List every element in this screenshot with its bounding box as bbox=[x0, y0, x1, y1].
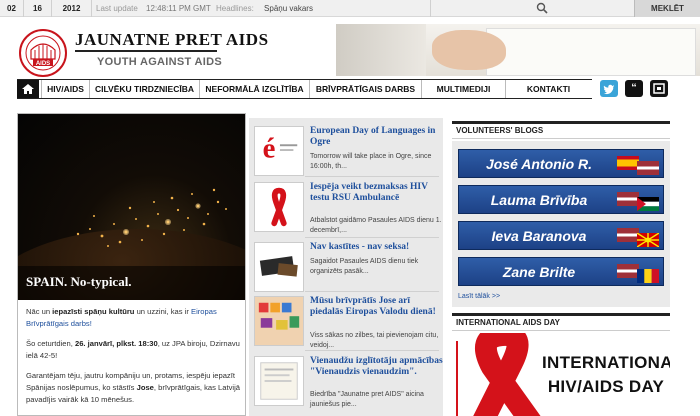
logo-divider bbox=[75, 50, 217, 52]
feature-caption-bar: SPAIN. No-typical. bbox=[18, 266, 245, 300]
latvia-flag-icon bbox=[637, 161, 659, 175]
twitter-icon bbox=[603, 84, 614, 95]
nav-item-multimedia[interactable]: MULTIMEDIJI bbox=[421, 80, 505, 98]
list-item[interactable]: Mūsu brīvprātīs Jose arī piedalās Eiropa… bbox=[254, 296, 444, 349]
home-icon bbox=[22, 84, 34, 94]
aids-day-banner[interactable]: INTERNATIONAL HIV/AIDS DAY bbox=[452, 333, 670, 416]
share-icon bbox=[653, 83, 665, 94]
feature-paragraph-3: Garantējam tēju, jautru kompāniju un, pr… bbox=[26, 371, 241, 404]
volunteer-name: Ieva Baranova bbox=[491, 228, 587, 244]
nav-item-volunteering[interactable]: BRĪVPRĀTĪGAIS DARBS bbox=[309, 80, 421, 98]
news-thumb-jose[interactable] bbox=[254, 296, 304, 346]
latvia-flag-icon bbox=[617, 192, 639, 206]
volunteer-blog-lauma[interactable]: Lauma Brīvība bbox=[458, 185, 664, 214]
news-description: Biedrība "Jaunatne pret AIDS" aicina jau… bbox=[310, 391, 424, 408]
news-divider bbox=[305, 291, 439, 292]
volunteer-blog-zane[interactable]: Zane Brilte bbox=[458, 257, 664, 286]
news-divider bbox=[305, 237, 439, 238]
page: 02 16 2012 Last update 12:48:11 PM GMT H… bbox=[0, 0, 700, 416]
red-ribbon-icon bbox=[271, 187, 287, 227]
language-day-icon: é bbox=[263, 133, 298, 165]
list-item[interactable]: é European Day of Languages in Ogre Tomo… bbox=[254, 126, 444, 178]
list-item[interactable]: Iespēja veikt bezmaksas HIV testu RSU Am… bbox=[254, 182, 444, 234]
spain-flag-icon bbox=[617, 156, 639, 170]
nav-item-contacts[interactable]: KONTAKTI bbox=[505, 80, 591, 98]
header-banner-image bbox=[336, 24, 700, 76]
news-divider bbox=[305, 176, 439, 177]
headline-link[interactable]: Spāņu vakars bbox=[264, 4, 313, 13]
volunteer-name: Lauma Brīvība bbox=[490, 192, 588, 208]
site-subtitle: YOUTH AGAINST AIDS bbox=[97, 56, 222, 68]
news-thumb-box[interactable] bbox=[254, 242, 304, 292]
quote-icon: “ bbox=[631, 82, 637, 94]
news-description: Tomorrow will take place in Ogre, since … bbox=[310, 153, 432, 170]
news-thumb-languages[interactable]: é bbox=[254, 126, 304, 176]
news-thumb-peer-training[interactable] bbox=[254, 356, 304, 406]
aids-day-heading: INTERNATIONAL AIDS DAY bbox=[452, 313, 670, 331]
share-button[interactable] bbox=[650, 80, 668, 97]
volunteers-more-link[interactable]: Lasīt tālāk >> bbox=[458, 293, 500, 300]
latvia-flag-icon bbox=[617, 264, 639, 278]
news-title[interactable]: Iespēja veikt bezmaksas HIV testu RSU Am… bbox=[310, 182, 444, 204]
feature-caption[interactable]: SPAIN. No-typical. bbox=[26, 274, 132, 290]
main-navigation: HIV/AIDS CILVĒKU TIRDZNIECĪBA NEFORMĀLĀ … bbox=[17, 79, 592, 99]
palestine-flag-icon bbox=[637, 197, 659, 211]
volunteer-blog-ieva[interactable]: Ieva Baranova bbox=[458, 221, 664, 250]
date-day: 02 bbox=[0, 0, 24, 17]
language-day-photo-icon bbox=[255, 297, 303, 345]
news-divider bbox=[305, 350, 439, 351]
logo-seal-icon[interactable]: AIDS bbox=[18, 28, 68, 78]
twitter-button[interactable] bbox=[600, 80, 618, 97]
aids-day-text: INTERNATIONAL HIV/AIDS DAY bbox=[542, 351, 670, 399]
macedonia-flag-icon bbox=[637, 233, 659, 247]
training-document-icon bbox=[260, 362, 298, 400]
headlines-ticker: Headlines: Spāņu vakars bbox=[216, 0, 313, 17]
news-title[interactable]: Mūsu brīvprātīs Jose arī piedalās Eiropa… bbox=[310, 296, 444, 318]
list-item[interactable]: Vienaudžu izglītotāju apmācības "Vienaud… bbox=[254, 356, 444, 408]
news-description: Atbalstot gaidāmo Pasaules AIDS dienu 1.… bbox=[310, 217, 442, 234]
nav-item-hiv-aids[interactable]: HIV/AIDS bbox=[41, 80, 89, 98]
volunteers-heading: VOLUNTEERS' BLOGS bbox=[452, 121, 670, 139]
volunteer-name: Zane Brilte bbox=[502, 264, 576, 280]
nav-home-button[interactable] bbox=[17, 80, 39, 98]
headlines-label: Headlines: bbox=[216, 4, 254, 13]
news-list: é European Day of Languages in Ogre Tomo… bbox=[249, 118, 443, 416]
search-icon[interactable] bbox=[536, 2, 548, 14]
condom-box-icon bbox=[259, 256, 298, 277]
aids-day-line-2: HIV/AIDS DAY bbox=[547, 377, 665, 396]
search-input[interactable] bbox=[430, 0, 545, 17]
news-description: Viss sākas no zilbes, tai pievienojam ci… bbox=[310, 332, 439, 349]
svg-text:é: é bbox=[263, 133, 276, 165]
news-thumb-hiv-test[interactable] bbox=[254, 182, 304, 232]
logo-seal-text: AIDS bbox=[36, 61, 50, 67]
site-title[interactable]: JAUNATNE PRET AIDS bbox=[75, 30, 269, 50]
romania-flag-icon bbox=[637, 269, 659, 283]
last-update-time: 12:48:11 PM GMT bbox=[146, 4, 211, 13]
nav-item-human-trafficking[interactable]: CILVĒKU TIRDZNIECĪBA bbox=[89, 80, 199, 98]
nav-item-nonformal-education[interactable]: NEFORMĀLĀ IZGLĪTĪBA bbox=[199, 80, 309, 98]
last-update: Last update 12:48:11 PM GMT bbox=[96, 0, 211, 17]
featured-article: SPAIN. No-typical. Nāc un iepazīsti spāņ… bbox=[17, 113, 246, 416]
volunteer-name: José Antonio R. bbox=[485, 156, 593, 172]
aids-day-line-1: INTERNATIONAL bbox=[542, 353, 670, 372]
date-month: 16 bbox=[24, 0, 52, 17]
volunteer-blog-jose[interactable]: José Antonio R. bbox=[458, 149, 664, 178]
last-update-label: Last update bbox=[96, 4, 138, 13]
feature-image-europe-night[interactable]: SPAIN. No-typical. bbox=[18, 114, 245, 300]
news-title[interactable]: Vienaudžu izglītotāju apmācības "Vienaud… bbox=[310, 356, 444, 378]
feature-paragraph-1: Nāc un iepazīsti spāņu kultūru un uzzini… bbox=[26, 307, 217, 328]
news-title[interactable]: European Day of Languages in Ogre bbox=[310, 126, 444, 148]
feature-body: Nāc un iepazīsti spāņu kultūru un uzzini… bbox=[26, 306, 242, 414]
top-bar: 02 16 2012 Last update 12:48:11 PM GMT H… bbox=[0, 0, 700, 17]
volunteers-blogs: José Antonio R. Lauma Brīvība Ieva Baran… bbox=[452, 141, 670, 307]
quotes-button[interactable]: “ bbox=[625, 80, 643, 97]
news-title[interactable]: Nav kastītes - nav seksa! bbox=[310, 242, 444, 253]
date-year: 2012 bbox=[52, 0, 92, 17]
latvia-flag-icon bbox=[617, 228, 639, 242]
feature-paragraph-2: Šo ceturtdien, 26. janvārī, plkst. 18:30… bbox=[26, 339, 240, 360]
list-item[interactable]: Nav kastītes - nav seksa! Sagaidot Pasau… bbox=[254, 242, 444, 294]
search-button[interactable]: MEKLĒT bbox=[634, 0, 700, 17]
news-description: Sagaidot Pasaules AIDS dienu tiek organi… bbox=[310, 258, 419, 275]
